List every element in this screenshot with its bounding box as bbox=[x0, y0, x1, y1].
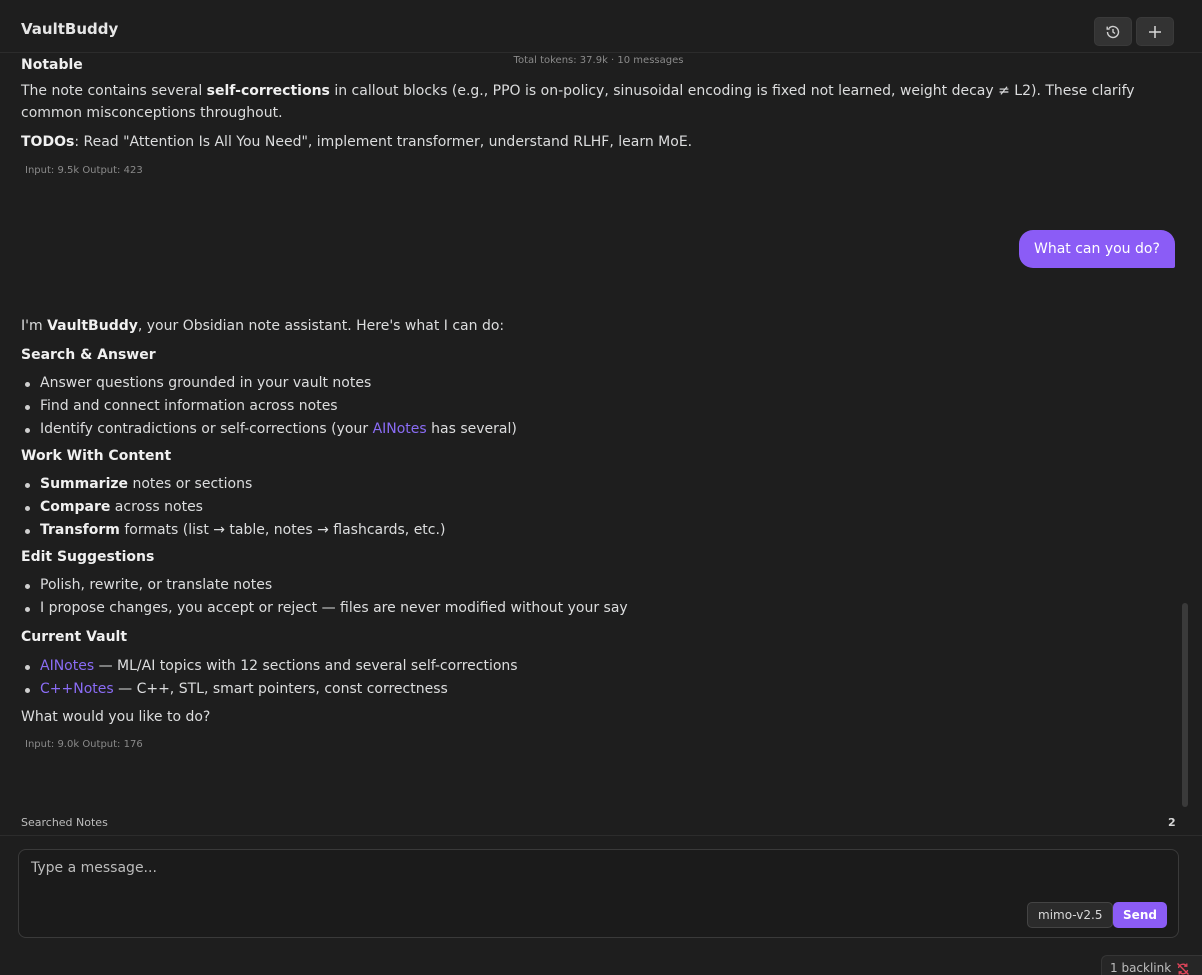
app-title: VaultBuddy bbox=[21, 20, 119, 38]
list-item: Answer questions grounded in your vault … bbox=[21, 372, 1141, 395]
message-list[interactable]: Notable The note contains several self-c… bbox=[0, 56, 1180, 808]
list-item: I propose changes, you accept or reject … bbox=[21, 597, 1141, 620]
searched-notes-bar[interactable]: Searched Notes 2 bbox=[0, 808, 1202, 836]
bullet-list: AINotes — ML/AI topics with 12 sections … bbox=[21, 655, 1141, 701]
section-heading: Current Vault bbox=[21, 629, 128, 645]
status-bar: 1 backlink bbox=[1101, 955, 1202, 975]
section-heading: Search & Answer bbox=[21, 347, 156, 363]
list-item: Identify contradictions or self-correcti… bbox=[21, 418, 1141, 441]
note-link-cppnotes[interactable]: C++Notes bbox=[40, 681, 114, 697]
history-icon bbox=[1105, 24, 1121, 40]
note-link-ainotes[interactable]: AINotes bbox=[373, 421, 427, 437]
list-item: Transform formats (list → table, notes →… bbox=[21, 519, 1141, 542]
paragraph: What would you like to do? bbox=[21, 709, 211, 725]
message-input[interactable]: Type a message... bbox=[31, 860, 157, 876]
todos-paragraph: TODOs: Read "Attention Is All You Need",… bbox=[21, 134, 693, 150]
searched-notes-label: Searched Notes bbox=[21, 816, 108, 829]
searched-notes-count: 2 bbox=[1168, 816, 1176, 829]
assistant-message: Notable The note contains several self-c… bbox=[21, 58, 1141, 182]
usage-stats: Input: 9.5k Output: 423 bbox=[25, 165, 143, 176]
send-button[interactable]: Send bbox=[1113, 902, 1167, 928]
list-item: Compare across notes bbox=[21, 496, 1141, 519]
message-composer[interactable]: Type a message... mimo-v2.5 Send bbox=[18, 849, 1179, 938]
scrollbar-thumb[interactable] bbox=[1182, 603, 1188, 807]
bullet-list: Answer questions grounded in your vault … bbox=[21, 372, 1141, 441]
list-item: Polish, rewrite, or translate notes bbox=[21, 574, 1141, 597]
list-item: Find and connect information across note… bbox=[21, 395, 1141, 418]
plus-icon bbox=[1148, 25, 1162, 39]
user-message: What can you do? bbox=[1019, 230, 1175, 268]
note-link-ainotes[interactable]: AINotes bbox=[40, 658, 94, 674]
section-heading: Notable bbox=[21, 58, 83, 72]
assistant-message: I'm VaultBuddy, your Obsidian note assis… bbox=[21, 315, 1141, 756]
usage-stats: Input: 9.0k Output: 176 bbox=[25, 739, 143, 750]
history-button[interactable] bbox=[1094, 17, 1132, 46]
sync-disabled-icon[interactable] bbox=[1176, 961, 1190, 975]
model-selector[interactable]: mimo-v2.5 bbox=[1027, 902, 1114, 928]
new-chat-button[interactable] bbox=[1136, 17, 1174, 46]
vaultbuddy-panel: VaultBuddy Total tokens: 37.9k · 10 mess… bbox=[0, 0, 1202, 975]
bullet-list: Polish, rewrite, or translate notes I pr… bbox=[21, 574, 1141, 620]
list-item: Summarize notes or sections bbox=[21, 473, 1141, 496]
backlink-count[interactable]: 1 backlink bbox=[1110, 961, 1171, 975]
list-item: C++Notes — C++, STL, smart pointers, con… bbox=[21, 678, 1141, 701]
paragraph: The note contains several self-correctio… bbox=[21, 83, 1135, 121]
paragraph: I'm VaultBuddy, your Obsidian note assis… bbox=[21, 318, 505, 334]
section-heading: Edit Suggestions bbox=[21, 549, 155, 565]
bullet-list: Summarize notes or sections Compare acro… bbox=[21, 473, 1141, 542]
header: VaultBuddy bbox=[0, 0, 1202, 53]
list-item: AINotes — ML/AI topics with 12 sections … bbox=[21, 655, 1141, 678]
section-heading: Work With Content bbox=[21, 448, 172, 464]
